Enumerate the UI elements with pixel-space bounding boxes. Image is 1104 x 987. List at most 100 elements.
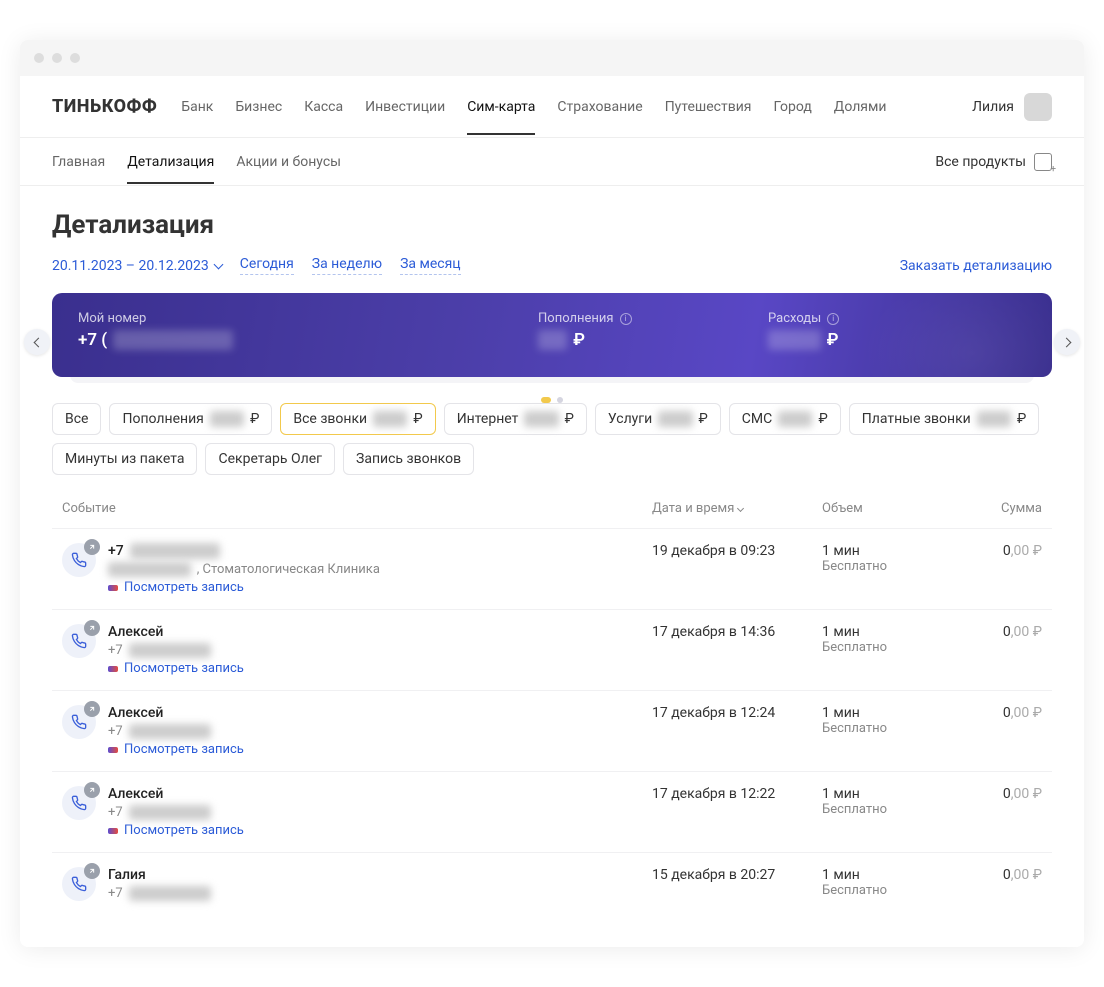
incoming-badge-icon bbox=[84, 701, 100, 717]
recording-icon bbox=[108, 585, 118, 591]
cell-sum: 0,00 ₽ bbox=[962, 705, 1042, 757]
cell-volume: 1 минБесплатно bbox=[822, 867, 962, 901]
filter-chip[interactable]: Секретарь Олег bbox=[205, 443, 335, 475]
brand-logo: ТИНЬКОФФ bbox=[52, 96, 157, 117]
carousel-prev[interactable] bbox=[24, 329, 50, 355]
view-recording-link[interactable]: Посмотреть запись bbox=[108, 580, 380, 595]
table-row[interactable]: +7 000 000 00 00000 000 00 00, Стоматоло… bbox=[52, 529, 1052, 610]
masked-amount: 00,00 bbox=[373, 411, 407, 427]
masked-amount: 000 bbox=[538, 330, 567, 350]
chip-currency: ₽ bbox=[413, 411, 422, 427]
chip-label: Секретарь Олег bbox=[218, 451, 322, 467]
topnav-item[interactable]: Банк bbox=[181, 79, 213, 135]
view-recording-link[interactable]: Посмотреть запись bbox=[108, 661, 244, 676]
chip-label: Пополнения bbox=[122, 411, 203, 427]
phone-icon bbox=[62, 543, 96, 577]
cell-volume: 1 минБесплатно bbox=[822, 624, 962, 676]
th-sum[interactable]: Сумма bbox=[962, 501, 1042, 516]
chip-currency: ₽ bbox=[1017, 411, 1026, 427]
cell-date: 17 декабря в 12:22 bbox=[652, 786, 822, 838]
traffic-zoom[interactable] bbox=[70, 53, 80, 63]
table-header: Событие Дата и время Объем Сумма bbox=[52, 489, 1052, 529]
topnav-item[interactable]: Бизнес bbox=[235, 79, 282, 135]
filter-chip[interactable]: Платные звонки 00,00 ₽ bbox=[849, 403, 1040, 435]
chip-label: Платные звонки bbox=[862, 411, 971, 427]
phone-icon bbox=[62, 867, 96, 901]
table-row[interactable]: Алексей+7 000 000 00 00Посмотреть запись… bbox=[52, 691, 1052, 772]
filter-chip[interactable]: СМС00,00₽ bbox=[729, 403, 841, 435]
hero-my-number-label: Мой номер bbox=[78, 311, 538, 326]
sort-desc-icon bbox=[737, 505, 744, 512]
table-row[interactable]: Алексей+7 000 000 00 00Посмотреть запись… bbox=[52, 772, 1052, 853]
masked-number: 000 000 00 00 bbox=[130, 543, 220, 559]
cell-sum: 0,00 ₽ bbox=[962, 624, 1042, 676]
traffic-minimize[interactable] bbox=[52, 53, 62, 63]
view-recording-link[interactable]: Посмотреть запись bbox=[108, 742, 244, 757]
order-detail-link[interactable]: Заказать детализацию bbox=[900, 258, 1052, 274]
filter-chip[interactable]: Запись звонков bbox=[343, 443, 474, 475]
masked-number: 000 000 00 00 bbox=[129, 643, 212, 658]
filter-chips: ВсеПополнения00,00₽Все звонки00,00₽Интер… bbox=[52, 403, 1052, 475]
chip-currency: ₽ bbox=[818, 411, 827, 427]
topnav-item[interactable]: Инвестиции bbox=[365, 79, 445, 135]
date-range-picker[interactable]: 20.11.2023 – 20.12.2023 bbox=[52, 258, 222, 274]
incoming-badge-icon bbox=[84, 863, 100, 879]
info-icon[interactable]: i bbox=[827, 313, 839, 325]
page-title: Детализация bbox=[52, 210, 1052, 240]
range-today[interactable]: Сегодня bbox=[240, 256, 294, 275]
hero-expenses-label: Расходыi bbox=[768, 311, 1026, 326]
hero-number-prefix: +7 ( bbox=[78, 330, 107, 350]
event-subtitle: 000 000 00 00, Стоматологическая Клиника bbox=[108, 562, 380, 577]
topnav-item[interactable]: Город bbox=[774, 79, 812, 135]
avatar[interactable] bbox=[1024, 93, 1052, 121]
view-recording-link[interactable]: Посмотреть запись bbox=[108, 823, 244, 838]
carousel-next[interactable] bbox=[1054, 329, 1080, 355]
summary-card[interactable]: Мой номер +7 (000) 000-00-00 Пополненияi… bbox=[52, 293, 1052, 377]
filter-chip[interactable]: Все bbox=[52, 403, 101, 435]
chip-label: Все bbox=[65, 411, 88, 427]
topnav-item[interactable]: Долями bbox=[834, 79, 887, 135]
subnav-item[interactable]: Детализация bbox=[127, 140, 214, 184]
range-week[interactable]: За неделю bbox=[312, 256, 382, 275]
traffic-close[interactable] bbox=[34, 53, 44, 63]
th-volume[interactable]: Объем bbox=[822, 501, 962, 516]
filter-chip[interactable]: Интернет00,00₽ bbox=[444, 403, 587, 435]
masked-amount: 00,00 bbox=[658, 411, 692, 427]
masked-amount: 000,00 bbox=[768, 330, 821, 350]
table-row[interactable]: Алексей+7 000 000 00 00Посмотреть запись… bbox=[52, 610, 1052, 691]
cell-sum: 0,00 ₽ bbox=[962, 867, 1042, 901]
info-icon[interactable]: i bbox=[620, 313, 632, 325]
topnav-item[interactable]: Путешествия bbox=[665, 79, 752, 135]
th-date[interactable]: Дата и время bbox=[652, 501, 822, 516]
hero-my-number-value: +7 (000) 000-00-00 bbox=[78, 330, 538, 350]
chip-label: Запись звонков bbox=[356, 451, 461, 467]
user-name[interactable]: Лилия bbox=[972, 99, 1014, 115]
filter-chip[interactable]: Минуты из пакета bbox=[52, 443, 197, 475]
filter-chip[interactable]: Пополнения00,00₽ bbox=[109, 403, 272, 435]
phone-icon bbox=[62, 624, 96, 658]
subnav: Главная Детализация Акции и бонусы Все про… bbox=[20, 138, 1084, 186]
table-row[interactable]: Галия+7 000 000 00 0015 декабря в 20:271… bbox=[52, 853, 1052, 915]
filter-chip[interactable]: Услуги00,00₽ bbox=[595, 403, 721, 435]
subnav-item[interactable]: Акции и бонусы bbox=[236, 140, 341, 184]
masked-number: 000 000 00 00 bbox=[129, 805, 212, 820]
all-products-link[interactable]: Все продукты bbox=[935, 153, 1052, 171]
subnav-item[interactable]: Главная bbox=[52, 140, 105, 184]
phone-icon bbox=[62, 786, 96, 820]
cell-date: 17 декабря в 14:36 bbox=[652, 624, 822, 676]
topnav-item[interactable]: Сим-карта bbox=[467, 79, 535, 135]
masked-amount: 00,00 bbox=[977, 411, 1011, 427]
topnav-item[interactable]: Касса bbox=[304, 79, 343, 135]
chip-label: Интернет bbox=[457, 411, 519, 427]
chip-currency: ₽ bbox=[565, 411, 574, 427]
date-range-text: 20.11.2023 – 20.12.2023 bbox=[52, 258, 209, 274]
incoming-badge-icon bbox=[84, 782, 100, 798]
phone-icon bbox=[62, 705, 96, 739]
event-title: Галия bbox=[108, 867, 211, 883]
th-event[interactable]: Событие bbox=[62, 501, 652, 516]
topnav-item[interactable]: Страхование bbox=[557, 79, 642, 135]
topbar: ТИНЬКОФФ Банк Бизнес Касса Инвестиции Сим-ка… bbox=[20, 76, 1084, 138]
range-month[interactable]: За месяц bbox=[400, 256, 461, 275]
event-title: Алексей bbox=[108, 786, 244, 802]
filter-chip[interactable]: Все звонки00,00₽ bbox=[280, 403, 435, 435]
